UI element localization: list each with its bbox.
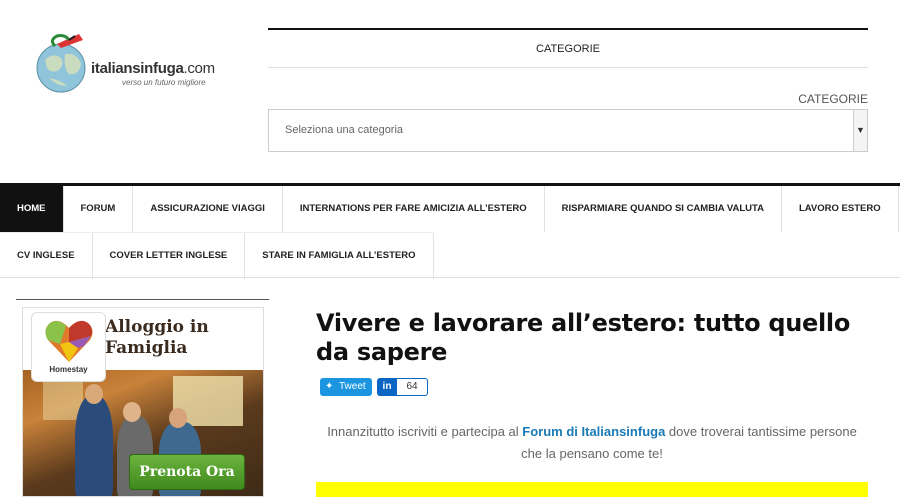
linkedin-share-count: 64	[397, 378, 428, 396]
chevron-down-icon[interactable]: ▼	[853, 110, 867, 151]
tweet-button[interactable]: ✦ Tweet	[320, 378, 372, 396]
nav-item-risparmiare-valuta[interactable]: RISPARMIARE QUANDO SI CAMBIA VALUTA	[545, 186, 782, 232]
nav-item-forum[interactable]: FORUM	[64, 186, 134, 232]
linkedin-share-button[interactable]: in	[377, 378, 397, 396]
forum-link[interactable]: Forum di Italiansinfuga	[522, 424, 665, 439]
logo-wordmark: italiansinfuga.com	[91, 60, 215, 77]
category-select[interactable]: Seleziona una categoria ▼	[268, 109, 868, 152]
nav-item-cover-letter-inglese[interactable]: COVER LETTER INGLESE	[93, 233, 246, 279]
nav-item-internations[interactable]: INTERNATIONS PER FARE AMICIZIA ALL’ESTER…	[283, 186, 545, 232]
nav-item-lavoro-estero[interactable]: LAVORO ESTERO	[782, 186, 899, 232]
nav-row-1: HOME FORUM ASSICURAZIONE VIAGGI INTERNAT…	[0, 186, 899, 232]
nav-item-assicurazione-viaggi[interactable]: ASSICURAZIONE VIAGGI	[133, 186, 283, 232]
logo-tagline: verso un futuro migliore	[122, 78, 206, 87]
article-title: Vivere e lavorare all’estero: tutto quel…	[316, 309, 851, 366]
nav-row-2: CV INGLESE COVER LETTER INGLESE STARE IN…	[0, 232, 434, 279]
sidebar-divider	[16, 299, 269, 300]
nav-item-cv-inglese[interactable]: CV INGLESE	[0, 233, 93, 279]
prenota-ora-button[interactable]: Prenota Ora	[129, 454, 245, 490]
main-navigation: HOME FORUM ASSICURAZIONE VIAGGI INTERNAT…	[0, 183, 900, 279]
categories-select-label: CATEGORIE	[798, 92, 868, 106]
nav-item-stare-in-famiglia[interactable]: STARE IN FAMIGLIA ALL’ESTERO	[245, 233, 434, 279]
nav-item-home[interactable]: HOME	[0, 186, 64, 232]
ad-title: Alloggio in Famiglia	[105, 317, 209, 358]
highlight-box	[316, 482, 868, 497]
categories-heading: CATEGORIE	[268, 30, 868, 68]
article-intro: Innanzitutto iscriviti e partecipa al Fo…	[327, 424, 857, 461]
site-logo[interactable]: italiansinfuga.com verso un futuro migli…	[30, 22, 240, 102]
homestay-logo: Homestay	[31, 312, 106, 382]
homestay-ad-banner[interactable]: Homestay Alloggio in Famiglia Prenota Or…	[22, 307, 264, 497]
homestay-brand-text: Homestay	[49, 365, 88, 374]
globe-logo-icon	[36, 34, 86, 93]
category-select-value: Seleziona una categoria	[285, 124, 404, 136]
heart-mosaic-icon	[45, 320, 93, 362]
twitter-bird-icon: ✦	[325, 381, 334, 392]
